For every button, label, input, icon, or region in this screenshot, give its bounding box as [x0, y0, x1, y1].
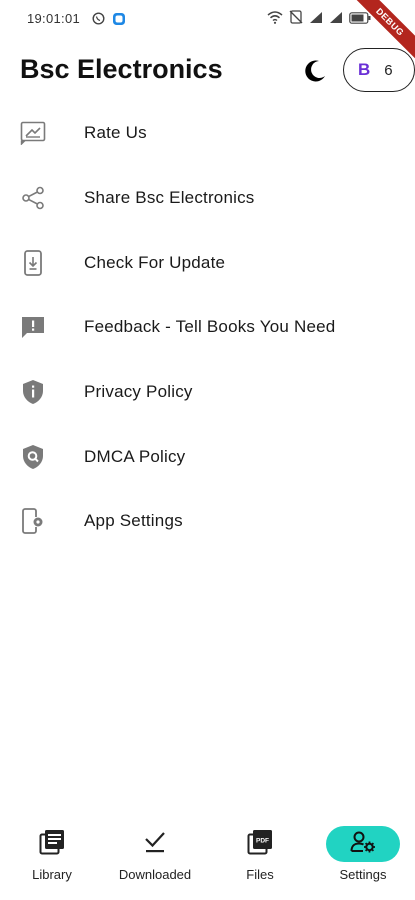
menu-item-label: Share Bsc Electronics: [84, 188, 255, 208]
pdf-icon: PDF: [247, 829, 273, 860]
status-bar: 19:01:01 DEBUG: [0, 0, 415, 67]
wifi-icon: [267, 10, 283, 29]
menu-item-app-settings[interactable]: App Settings: [0, 489, 415, 554]
nav-downloaded[interactable]: Downloaded: [110, 820, 200, 890]
phone-settings-icon: [20, 508, 46, 535]
menu-item-label: Check For Update: [84, 252, 226, 272]
user-settings-icon: [350, 830, 376, 859]
rate-us-icon: [20, 120, 46, 146]
battery-icon: [349, 11, 371, 29]
shield-search-icon: [20, 444, 46, 470]
theme-toggle-button[interactable]: [300, 56, 330, 86]
menu-item-check-update[interactable]: Check For Update: [0, 230, 415, 295]
phone-download-icon: [20, 249, 46, 276]
checkmark-icon: [143, 829, 167, 860]
page-title: Bsc Electronics: [20, 54, 223, 84]
nav-icon-container: [118, 826, 192, 862]
nav-library[interactable]: Library: [7, 820, 97, 890]
library-icon: [39, 829, 65, 860]
share-icon: [20, 185, 46, 211]
app-icon: [112, 12, 126, 31]
menu-item-dmca-policy[interactable]: DMCA Policy: [0, 424, 415, 489]
menu-item-label: DMCA Policy: [84, 446, 186, 466]
coin-count: 6: [384, 61, 393, 79]
feedback-icon: [20, 314, 46, 340]
nav-label: Files: [246, 867, 274, 882]
menu-item-feedback[interactable]: Feedback - Tell Books You Need: [0, 295, 415, 360]
nav-files[interactable]: PDF Files: [215, 820, 305, 890]
app-header: Bsc Electronics B 6: [0, 44, 415, 100]
nav-label: Downloaded: [118, 867, 192, 882]
menu-item-label: App Settings: [84, 511, 183, 531]
status-time: 19:01:01: [27, 11, 81, 26]
nav-icon-container: PDF: [223, 826, 297, 862]
svg-text:PDF: PDF: [256, 837, 269, 844]
bottom-navigation: Library Downloaded PDF Files Settings: [0, 820, 415, 900]
nav-label: Settings: [339, 867, 387, 882]
menu-item-privacy-policy[interactable]: Privacy Policy: [0, 360, 415, 425]
signal-icon: [329, 11, 343, 29]
signal-icon: [309, 11, 323, 29]
coin-balance-chip[interactable]: B 6: [343, 48, 415, 92]
shield-info-icon: [20, 379, 46, 405]
nav-settings[interactable]: Settings: [318, 820, 408, 890]
menu-item-label: Privacy Policy: [84, 382, 193, 402]
moon-icon: [300, 60, 330, 90]
nav-icon-container: [15, 826, 89, 862]
menu-item-label: Feedback - Tell Books You Need: [84, 317, 336, 337]
nav-icon-container-active: [326, 826, 400, 862]
menu-item-label: Rate Us: [84, 123, 147, 143]
menu-item-rate-us[interactable]: Rate Us: [0, 101, 415, 166]
status-icons: [267, 10, 371, 29]
coin-symbol: B: [358, 60, 371, 79]
no-sim-icon: [289, 10, 303, 29]
whatsapp-icon: [92, 12, 105, 30]
settings-menu: Rate Us Share Bsc Electronics Check For …: [0, 101, 415, 554]
menu-item-share[interactable]: Share Bsc Electronics: [0, 166, 415, 231]
nav-label: Library: [32, 867, 72, 882]
